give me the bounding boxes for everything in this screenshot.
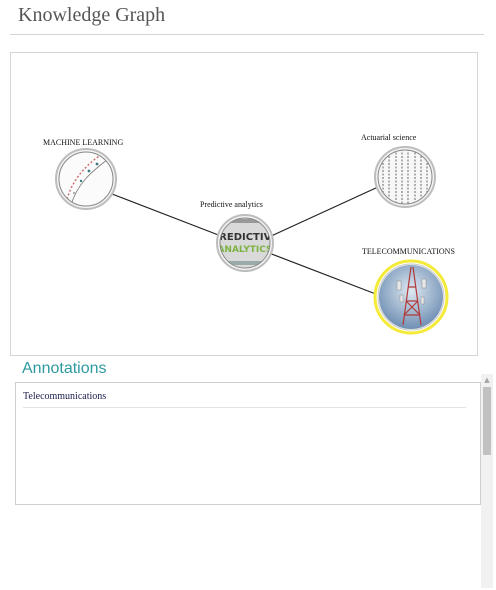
label-machine-learning: MACHINE LEARNING — [43, 138, 124, 147]
vertical-scrollbar[interactable]: ▲ — [481, 374, 493, 588]
label-telecommunications: TELECOMMUNICATIONS — [362, 247, 455, 256]
scroll-up-arrow-icon[interactable]: ▲ — [481, 374, 493, 386]
page-title: Knowledge Graph — [18, 4, 166, 26]
annotation-item[interactable]: Telecommunications — [23, 391, 106, 402]
node-predictive-analytics[interactable]: PREDICTIVE ANALYTICS — [212, 214, 279, 272]
scrollbar-thumb[interactable] — [483, 387, 491, 455]
annotation-divider — [23, 407, 466, 408]
telecom-tower-image — [379, 265, 443, 329]
node-telecommunications[interactable] — [373, 259, 449, 335]
label-actuarial-science: Actuarial science — [361, 133, 417, 142]
annotations-panel[interactable]: Telecommunications — [15, 382, 481, 505]
edge-pa-as — [268, 186, 379, 238]
node-actuarial-science[interactable] — [374, 146, 436, 208]
predictive-analytics-image: PREDICTIVE ANALYTICS — [217, 218, 272, 268]
knowledge-graph-canvas[interactable]: PREDICTIVE ANALYTICS MACHINE LEARNING Pr… — [10, 52, 478, 356]
edge-pa-tc — [268, 252, 382, 297]
title-divider — [10, 34, 484, 35]
analytics-word: ANALYTICS — [217, 245, 272, 255]
node-machine-learning[interactable] — [55, 148, 117, 210]
annotations-heading: Annotations — [22, 360, 107, 377]
label-predictive-analytics: Predictive analytics — [200, 200, 263, 209]
